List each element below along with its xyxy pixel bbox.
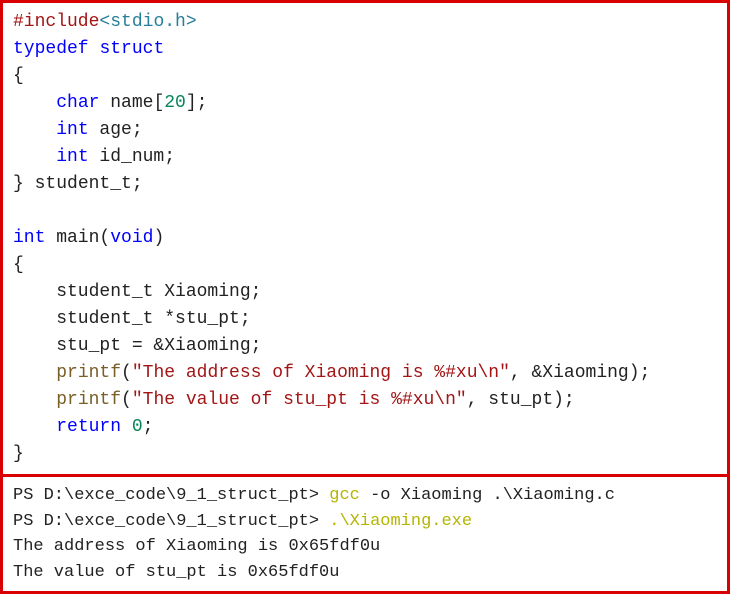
screenshot-root: #include<stdio.h> typedef struct { char … [0, 0, 730, 594]
brace-open: { [13, 66, 24, 86]
type-int: int [56, 147, 88, 167]
decl-xiaoming: student_t Xiaoming; [13, 282, 261, 302]
ps-prompt: PS D:\exce_code\9_1_struct_pt> [13, 512, 329, 531]
preprocessor-include: #include [13, 12, 99, 32]
include-close: > [186, 12, 197, 32]
semicolon: ; [143, 417, 154, 437]
keyword-return: return [56, 417, 121, 437]
keyword-typedef: typedef [13, 39, 89, 59]
brace-close: } [13, 444, 24, 464]
printf-args-1: , &Xiaoming); [510, 363, 650, 383]
output-line-2: The value of stu_pt is 0x65fdf0u [13, 563, 339, 582]
keyword-void: void [110, 228, 153, 248]
fn-printf: printf [56, 363, 121, 383]
field-id: id_num; [89, 147, 175, 167]
include-file: stdio.h [110, 12, 186, 32]
include-open: < [99, 12, 110, 32]
terminal-panel: PS D:\exce_code\9_1_struct_pt> gcc -o Xi… [0, 474, 730, 594]
struct-typename: student_t; [35, 174, 143, 194]
output-line-1: The address of Xiaoming is 0x65fdf0u [13, 537, 380, 556]
ps-prompt: PS D:\exce_code\9_1_struct_pt> [13, 486, 329, 505]
assign-stupt: stu_pt = &Xiaoming; [13, 336, 261, 356]
fn-printf: printf [56, 390, 121, 410]
source-code: #include<stdio.h> typedef struct { char … [13, 9, 717, 468]
field-age: age; [89, 120, 143, 140]
terminal-output: PS D:\exce_code\9_1_struct_pt> gcc -o Xi… [13, 483, 717, 585]
main-name: main( [45, 228, 110, 248]
type-int-main: int [13, 228, 45, 248]
field-name-close: ]; [186, 93, 208, 113]
brace-open: { [13, 255, 24, 275]
decl-stupt: student_t *stu_pt; [13, 309, 251, 329]
cmd-exe: .\Xiaoming.exe [329, 512, 472, 531]
code-editor-panel: #include<stdio.h> typedef struct { char … [0, 0, 730, 477]
printf-args-2: , stu_pt); [467, 390, 575, 410]
array-size: 20 [164, 93, 186, 113]
main-close-paren: ) [153, 228, 164, 248]
cmd-gcc-args: -o Xiaoming .\Xiaoming.c [370, 486, 615, 505]
type-int: int [56, 120, 88, 140]
field-name: name[ [99, 93, 164, 113]
keyword-struct: struct [99, 39, 164, 59]
cmd-gcc: gcc [329, 486, 370, 505]
type-char: char [56, 93, 99, 113]
string-literal-1: "The address of Xiaoming is %#xu\n" [132, 363, 510, 383]
brace-close-struct: } [13, 174, 35, 194]
paren: ( [121, 363, 132, 383]
paren: ( [121, 390, 132, 410]
string-literal-2: "The value of stu_pt is %#xu\n" [132, 390, 467, 410]
return-zero: 0 [121, 417, 143, 437]
